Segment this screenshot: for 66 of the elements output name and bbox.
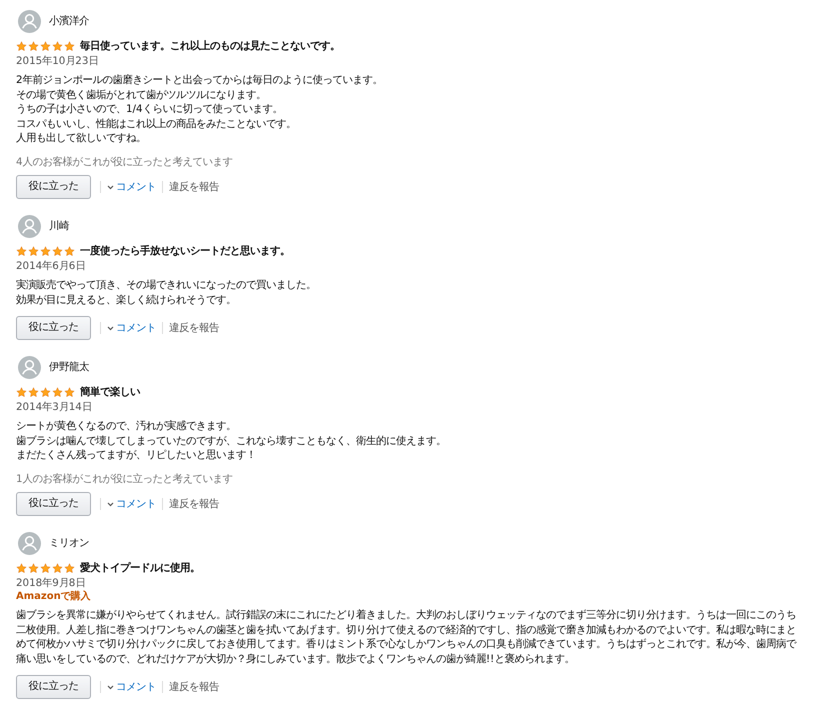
star-icon [16,386,27,398]
avatar-icon [18,356,41,379]
avatar-icon [18,532,41,555]
helpful-count: 4人のお客様がこれが役に立ったと考えています [16,154,234,169]
star-icon [52,562,63,574]
star-icon [64,40,75,52]
star-icon [64,386,75,398]
helpful-count: 1人のお客様がこれが役に立ったと考えています [16,472,234,486]
review-text: うちの子は小さいので、1/4くらいに切って使っています。 [16,102,284,116]
comment-link[interactable]: コメント [116,680,156,694]
star-icon [52,40,63,52]
review-date: 2014年3月14日 [16,400,93,414]
caret-icon[interactable] [107,684,114,690]
review-text: 歯ブラシを異常に嫌がりやらせてくれません。試行錯誤の末にこれにたどり着きました。大判のおしぼりウェッティなのでまず三等分に切り分けます。うちは一回にこのうち二枚使用。人差し指に巻きつけワンちゃんの歯茎と歯を拭いてあげます。切り分けて使えるので経済的ですし、指の感覚で磨き加減もわかるのでよいです。私は暇な時にまとめて何枚かハサミで切り分けパックに戻しておき使用してます。香りはミント系で心なしかワンちゃんの口臭も削減できています。うちはずっとこれです。私が今、歯周病で痛い思いをしているので、どれだけケアが大切か？身にしみています。散歩でよくワンちゃんの歯が綺麗!!と褒められます。 [16,608,798,666]
review-text: コスパもいいし、性能はこれ以上の商品をみたことないです。 [16,116,297,131]
review-title: 毎日使っています。これ以上のものは見たことないです。 [80,39,340,54]
star-icon [64,246,75,257]
star-icon [28,246,39,257]
review-title: 一度使ったら手放せないシートだと思います。 [80,244,290,258]
review-date: 2018年9月8日 [16,576,86,590]
review-title: 簡単で楽しい [80,385,140,400]
star-icon [28,386,39,398]
caret-icon[interactable] [107,184,114,190]
star-icon [16,562,27,574]
star-icon [40,562,51,574]
report-link[interactable]: 違反を報告 [169,320,219,336]
review-text: 歯ブラシは噛んで壊してしまっていたのですが、これなら壊すこともなく、衛生的に使えます。 [16,434,447,448]
review-text: 実演販売でやって頂き、その場できれいになったので買いました。 [16,278,317,292]
helpful-button[interactable]: 役に立った [16,492,91,516]
caret-icon[interactable] [107,326,114,330]
helpful-button[interactable]: 役に立った [16,675,91,699]
author-name: ミリオン [49,536,89,551]
star-icon [40,386,51,398]
helpful-button[interactable]: 役に立った [16,175,91,199]
review-title: 愛犬トイプードルに使用。 [80,561,200,576]
review-date: 2014年6月6日 [16,258,86,273]
report-link[interactable]: 違反を報告 [169,180,219,194]
author-name: 伊野龍太 [49,360,89,375]
star-icon [52,246,63,257]
comment-link[interactable]: コメント [116,180,156,194]
star-icon [28,562,39,574]
author-name: 川崎 [49,219,69,234]
comment-link[interactable]: コメント [116,496,156,512]
star-icon [64,562,75,574]
verified-purchase-label: Amazonで購入 [16,590,92,603]
report-link[interactable]: 違反を報告 [169,680,219,694]
star-icon [16,246,27,257]
caret-icon[interactable] [107,502,114,506]
author-name: 小濱洋介 [49,14,89,29]
avatar-icon [18,10,41,33]
star-icon [28,40,39,52]
review-text: その場で黄色く歯垢がとれて歯がツルツルになります。 [16,88,267,102]
review-text: まだたくさん残ってますが、リピしたいと思います！ [16,448,257,462]
avatar-icon [18,215,41,238]
star-icon [40,40,51,52]
comment-link[interactable]: コメント [116,320,156,336]
star-icon [16,40,27,52]
star-icon [40,246,51,257]
review-text: 効果が目に見えると、楽しく続けられそうです。 [16,292,237,307]
review-date: 2015年10月23日 [16,54,100,68]
review-text: 人用も出して欲しいですね。 [16,131,147,146]
review-text: 2年前ジョンポールの歯磨きシートと出会ってからは毎日のように使っています。 [16,73,384,88]
helpful-button[interactable]: 役に立った [16,316,91,340]
report-link[interactable]: 違反を報告 [169,496,219,512]
star-icon [52,386,63,398]
review-text: シートが黄色くなるので、汚れが実感できます。 [16,419,237,434]
